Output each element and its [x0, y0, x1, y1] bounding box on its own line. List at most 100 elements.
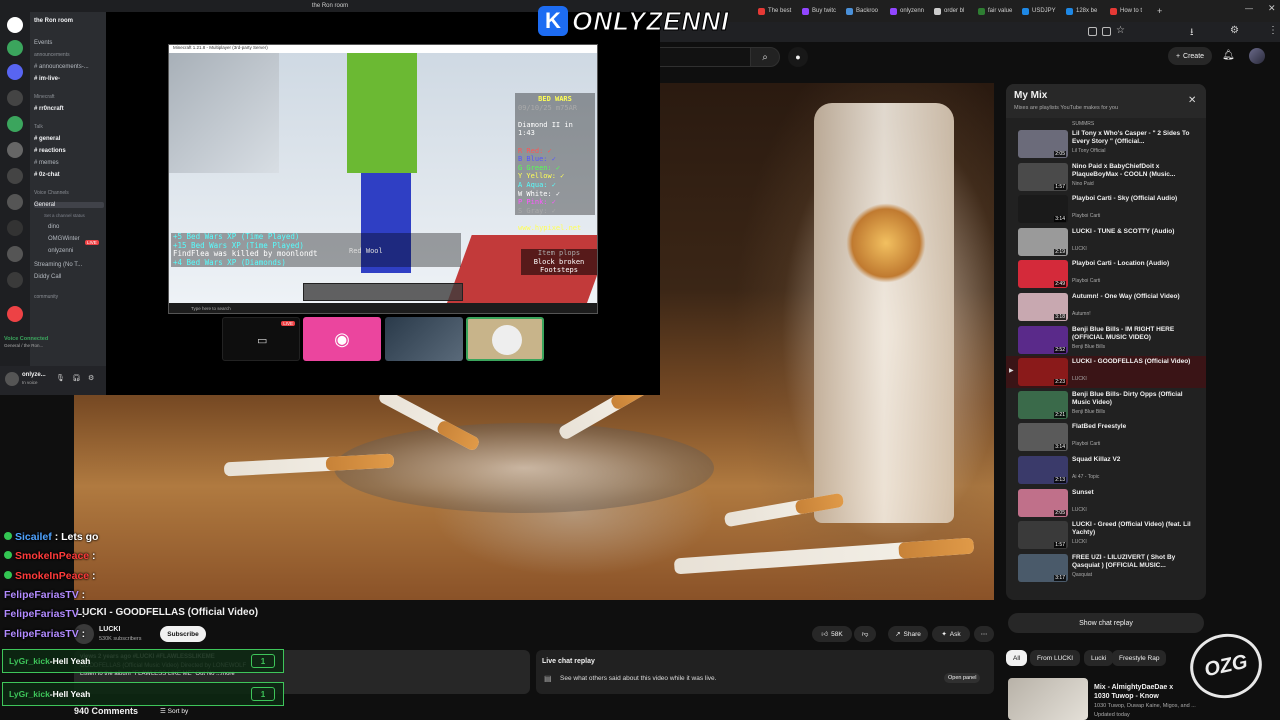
server-icon[interactable] [7, 90, 23, 106]
mix-item-title: Lil Tony x Who's Casper - " 2 Sides To E… [1072, 130, 1190, 145]
channel-member[interactable]: dino [48, 224, 59, 230]
channel-channel[interactable]: # announcements-... [34, 64, 89, 70]
browser-tab[interactable]: 128x be [1066, 4, 1097, 18]
new-tab-button[interactable]: + [1157, 4, 1162, 18]
avatar[interactable] [5, 372, 19, 386]
mix-item[interactable]: 2:52 Benji Blue Bills - IM RIGHT HERE (OF… [1006, 324, 1206, 356]
mix-item-duration: 2:23 [1054, 379, 1066, 386]
stream-tile[interactable]: ◉ [303, 317, 381, 361]
server-icon[interactable] [7, 142, 23, 158]
dislike-button[interactable]: 👎︎ [854, 626, 876, 642]
channel-channel[interactable]: # im-live- [34, 76, 60, 82]
channel-voice[interactable]: Diddy Call [34, 274, 61, 280]
search-button[interactable]: ⌕ [750, 47, 780, 67]
channel-channel[interactable]: # general [34, 136, 60, 142]
mix-item[interactable]: 2:19 LUCKI - TUNE & SCOTTY (Audio) LUCKI [1006, 226, 1206, 258]
channel-name[interactable]: LUCKI [99, 626, 120, 633]
mix-item[interactable]: 3:14 Playboi Carti - Sky (Official Audio)… [1006, 193, 1206, 225]
voice-status: Voice Connected [4, 336, 49, 342]
stream-tile[interactable] [466, 317, 544, 361]
server-icon[interactable] [7, 40, 23, 56]
mix-item[interactable]: 2:49 Playboi Carti - Location (Audio) Play… [1006, 258, 1206, 290]
server-icon[interactable] [7, 64, 23, 80]
minecraft-stream[interactable]: Minecraft 1.21.8 - Multiplayer (3rd-part… [168, 44, 598, 314]
recommended-thumbnail[interactable] [1008, 678, 1088, 720]
events-link[interactable]: Events [34, 40, 52, 46]
chat-separator: : [78, 608, 86, 621]
open-panel-button[interactable]: Open panel [944, 673, 981, 683]
mix-item[interactable]: 2:05 Lil Tony x Who's Casper - " 2 Sides … [1006, 128, 1206, 160]
mix-item[interactable]: 3:14 FlatBed Freestyle Playboi Carti [1006, 421, 1206, 453]
mix-item[interactable]: 2:13 Squad Killaz V2 Ai 47 - Topic [1006, 454, 1206, 486]
server-icon[interactable] [7, 116, 23, 132]
channel-channel[interactable]: # memes [34, 160, 59, 166]
stream-tile[interactable]: LIVE ▭ [222, 317, 300, 361]
channel-member[interactable]: OMGWinter [48, 236, 80, 242]
server-icon[interactable] [7, 220, 23, 236]
discord-window[interactable]: the Ron room the Ron room Events announc… [0, 0, 660, 395]
channel-voice[interactable]: Streaming (No T... [34, 262, 82, 268]
mix-item[interactable]: 1:57 Nino Paid x BabyChiefDoit x PlaqueBo… [1006, 161, 1206, 193]
create-button[interactable]: + Create [1168, 47, 1212, 65]
stream-tile[interactable] [385, 317, 463, 361]
server-icon[interactable] [7, 194, 23, 210]
subscribe-button[interactable]: Subscribe [160, 626, 206, 642]
mix-item-channel: LUCKI [1072, 376, 1087, 383]
mix-item-thumbnail: 1:57 [1018, 162, 1068, 191]
browser-tab[interactable]: order bl [934, 4, 964, 18]
channel-channel[interactable]: # 0z-chat [34, 172, 60, 178]
close-icon[interactable]: ✕ [1188, 95, 1196, 106]
filter-chip[interactable]: Freestyle Rap [1112, 650, 1167, 666]
mix-item[interactable]: 3:17 FREE UZI - LILUZIVERT ( Shot By Qasq… [1006, 552, 1206, 584]
server-icon[interactable] [7, 306, 23, 322]
mute-icon[interactable]: 🎙︎ [56, 374, 65, 382]
browser-tab[interactable]: Backroo [846, 4, 878, 18]
channel-channel[interactable]: # reactions [34, 148, 66, 154]
more-actions-button[interactable]: ⋯ [974, 626, 994, 642]
like-button[interactable]: 👍︎ 58K [812, 626, 852, 642]
server-icon[interactable] [7, 168, 23, 184]
filter-chip[interactable]: All [1006, 650, 1028, 666]
taskbar-search[interactable]: Type here to search [191, 306, 231, 311]
tab-search-icon[interactable] [1102, 27, 1111, 36]
mix-item[interactable]: 3:18 Autumn! - One Way (Official Video) Au… [1006, 291, 1206, 323]
mix-item[interactable]: 2:21 Benji Blue Bills- Dirty Opps (Offici… [1006, 389, 1206, 421]
filter-chip[interactable]: From LUCKI [1030, 650, 1081, 666]
voice-search-button[interactable]: ● [788, 47, 808, 67]
user-settings-icon[interactable]: ⚙ [88, 374, 94, 382]
share-button[interactable]: ↗ Share [888, 626, 928, 642]
show-chat-replay-button[interactable]: Show chat replay [1008, 613, 1204, 633]
filter-chip[interactable]: Lucki [1084, 650, 1114, 666]
recommended-title[interactable]: Mix - AlmightyDaeDae x 1030 Tuwop - Know [1094, 683, 1190, 701]
video-frame-cup-logo [846, 203, 926, 283]
star-icon[interactable]: ☆ [1116, 25, 1125, 36]
server-name[interactable]: the Ron room [34, 18, 73, 24]
browser-tab[interactable]: Buy twitc [802, 4, 836, 18]
download-icon[interactable]: ⭳ [1190, 25, 1194, 42]
headphones-icon[interactable]: 🎧︎ [72, 374, 81, 382]
screen-share-icon: ▭ [257, 335, 268, 347]
user-avatar[interactable] [1249, 48, 1265, 64]
browser-tab[interactable]: The best [758, 4, 791, 18]
notifications-bell-icon[interactable]: 🔔︎ [1222, 50, 1235, 61]
close-window-icon[interactable]: ✕ [1268, 3, 1276, 14]
channel-channel[interactable]: # rr0ncraft [34, 106, 64, 112]
minimize-icon[interactable]: — [1245, 4, 1253, 13]
cast-icon[interactable] [1088, 27, 1097, 36]
sort-by-button[interactable]: ☰ Sort by [160, 707, 188, 715]
browser-tab[interactable]: onlyzenn [890, 4, 924, 18]
discord-home-icon[interactable] [7, 17, 23, 33]
mix-item[interactable]: 2:05 Sunset LUCKI [1006, 487, 1206, 519]
ask-button[interactable]: ✦ Ask [932, 626, 970, 642]
server-icon[interactable] [7, 272, 23, 288]
mix-item[interactable]: ▶ 2:23 LUCKI - GOODFELLAS (Official Video)… [1006, 356, 1206, 389]
settings-icon[interactable]: ⚙ [1230, 25, 1239, 36]
browser-tab[interactable]: USDJPY [1022, 4, 1056, 18]
menu-icon[interactable]: ⋮ [1268, 25, 1278, 36]
channel-voice[interactable]: General [34, 202, 104, 208]
mix-item[interactable]: 1:57 LUCKI - Greed (Official Video) (feat… [1006, 519, 1206, 551]
browser-tab[interactable]: fair value [978, 4, 1012, 18]
channel-member[interactable]: onlyzenni [48, 248, 73, 254]
browser-tab[interactable]: How to t [1110, 4, 1142, 18]
server-icon[interactable] [7, 246, 23, 262]
